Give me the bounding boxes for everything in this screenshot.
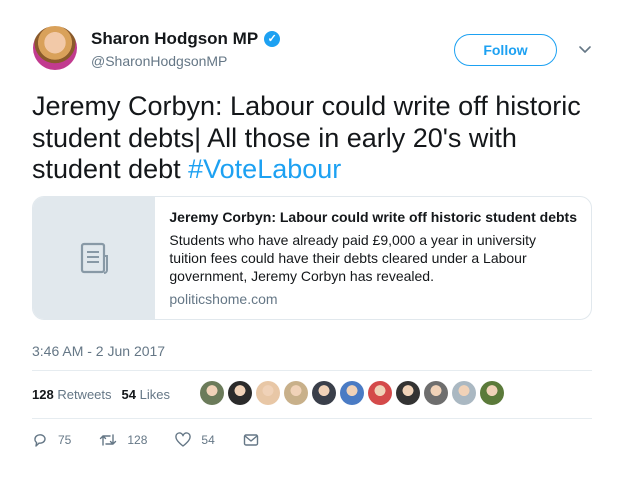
liker-avatar[interactable] xyxy=(284,381,308,405)
like-count: 54 xyxy=(201,433,215,447)
tweet-actions: 75 128 54 xyxy=(32,432,287,448)
card-domain: politicshome.com xyxy=(169,291,278,307)
liker-avatar[interactable] xyxy=(396,381,420,405)
liker-avatar[interactable] xyxy=(480,381,504,405)
divider xyxy=(32,418,592,419)
tweet-text: Jeremy Corbyn: Labour could write off hi… xyxy=(32,91,607,186)
reply-button[interactable]: 75 xyxy=(32,432,71,448)
tweet: Sharon Hodgson MP ✓ @SharonHodgsonMP Fol… xyxy=(0,0,630,480)
liker-avatar[interactable] xyxy=(424,381,448,405)
card-description: Students who have already paid £9,000 a … xyxy=(169,232,536,284)
like-button[interactable]: 54 xyxy=(175,432,215,448)
likes-stat[interactable]: 54 Likes xyxy=(122,387,170,402)
retweet-count: 128 xyxy=(127,433,148,447)
avatar[interactable] xyxy=(33,26,77,70)
reply-icon xyxy=(34,434,46,447)
liker-avatar[interactable] xyxy=(368,381,392,405)
liker-avatar[interactable] xyxy=(340,381,364,405)
follow-button[interactable]: Follow xyxy=(454,34,557,66)
verified-badge-icon: ✓ xyxy=(264,31,281,47)
liker-avatar[interactable] xyxy=(228,381,252,405)
card-thumbnail xyxy=(33,197,156,319)
retweets-label: Retweets xyxy=(57,387,112,402)
author-handle[interactable]: @SharonHodgsonMP xyxy=(91,53,227,69)
liker-avatar[interactable] xyxy=(200,381,224,405)
retweet-button[interactable]: 128 xyxy=(99,432,147,448)
tweet-timestamp[interactable]: 3:46 AM - 2 Jun 2017 xyxy=(32,343,165,359)
author-name-row[interactable]: Sharon Hodgson MP ✓ xyxy=(91,29,281,49)
card-title: Jeremy Corbyn: Labour could write off hi… xyxy=(169,209,577,225)
document-icon xyxy=(80,242,108,274)
card-body: Jeremy Corbyn: Labour could write off hi… xyxy=(155,197,591,319)
retweets-stat[interactable]: 128 Retweets xyxy=(32,387,112,402)
envelope-icon xyxy=(243,434,258,446)
chevron-down-icon[interactable] xyxy=(578,42,592,56)
retweets-count: 128 xyxy=(32,387,54,402)
hashtag-link[interactable]: #VoteLabour xyxy=(188,154,341,184)
tweet-stats: 128 Retweets 54 Likes xyxy=(32,387,170,402)
direct-message-button[interactable] xyxy=(243,433,259,447)
link-card[interactable]: Jeremy Corbyn: Labour could write off hi… xyxy=(32,196,592,320)
retweet-icon xyxy=(100,434,117,446)
likes-label: Likes xyxy=(139,387,170,402)
author-name[interactable]: Sharon Hodgson MP xyxy=(91,29,258,49)
reply-count: 75 xyxy=(58,433,72,447)
likes-count: 54 xyxy=(121,387,136,402)
liker-avatar[interactable] xyxy=(256,381,280,405)
liker-avatar[interactable] xyxy=(452,381,476,405)
liker-avatars xyxy=(200,381,504,405)
liker-avatar[interactable] xyxy=(312,381,336,405)
divider xyxy=(32,370,592,371)
heart-icon xyxy=(175,432,192,447)
